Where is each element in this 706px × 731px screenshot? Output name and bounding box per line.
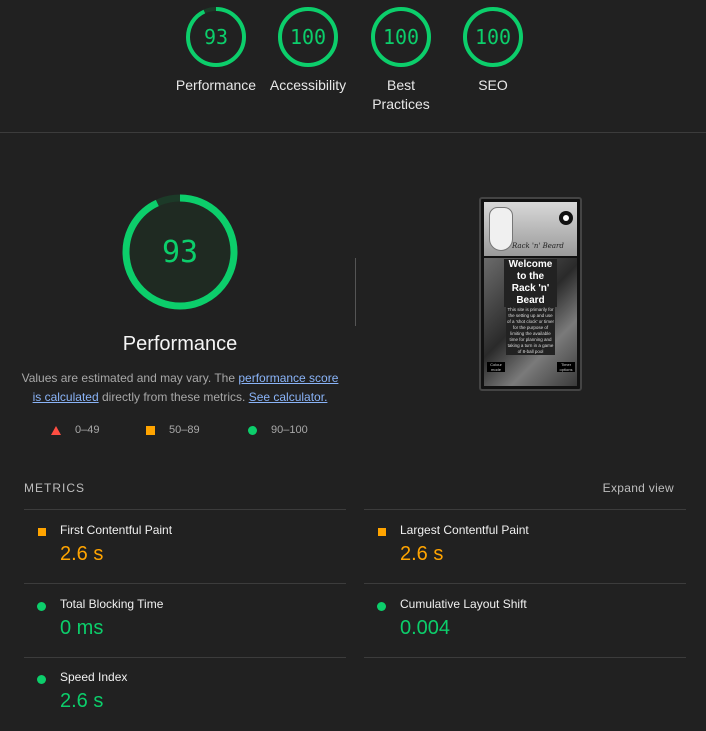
timer-options-button: Timer options — [557, 362, 575, 372]
bearded-skull-logo-icon — [489, 207, 513, 251]
gauge-ring: 100 — [371, 7, 431, 67]
description-text: directly from these metrics. — [98, 390, 249, 404]
performance-score: 93 — [162, 235, 198, 270]
divider — [355, 258, 356, 326]
legend-range: 0–49 — [75, 424, 100, 436]
gauge-score: 100 — [290, 25, 326, 49]
gauge-score: 93 — [204, 25, 228, 49]
metric-title: Largest Contentful Paint — [400, 523, 529, 537]
metrics-header: METRICS — [24, 481, 85, 495]
eight-ball-icon — [559, 211, 573, 225]
category-gauges: 93 Performance 100 Accessibility 100 Bes… — [0, 0, 706, 133]
metric-value: 0.004 — [400, 617, 451, 639]
site-header: Rack 'n' Beard — [484, 202, 577, 256]
metric-cls: Cumulative Layout Shift 0.004 — [364, 583, 686, 658]
gauge-accessibility[interactable]: 100 Accessibility — [258, 0, 358, 95]
metric-tbt: Total Blocking Time 0 ms — [24, 583, 346, 658]
gauge-label: Accessibility — [269, 77, 347, 93]
performance-title: Performance — [122, 333, 238, 355]
triangle-icon — [51, 425, 61, 435]
gauge-label: Best Practices — [372, 77, 430, 112]
gauge-score: 100 — [475, 25, 511, 49]
gauge-ring: 100 — [278, 7, 338, 67]
divider — [364, 657, 686, 658]
legend-fail: 0–49 — [51, 424, 99, 436]
pass-circle-icon — [37, 675, 46, 684]
site-welcome: Welcome to the Rack 'n' Beard — [504, 259, 557, 307]
gauge-ring: 100 — [463, 7, 523, 67]
legend-range: 90–100 — [271, 424, 308, 436]
metric-fcp: First Contentful Paint 2.6 s — [24, 509, 346, 584]
site-brand: Rack 'n' Beard — [512, 242, 564, 250]
gauge-performance[interactable]: 93 Performance — [166, 0, 266, 95]
final-screenshot[interactable]: Rack 'n' Beard Welcome to the Rack 'n' B… — [479, 197, 582, 391]
gauge-ring: 93 — [186, 7, 246, 67]
see-calculator-link[interactable]: See calculator. — [249, 390, 328, 404]
legend-range: 50–89 — [169, 424, 200, 436]
performance-gauge-large: 93 — [122, 194, 238, 310]
metric-title: First Contentful Paint — [60, 523, 173, 537]
gauge-label: SEO — [478, 77, 508, 93]
site-body-text: This site is primarily for the setting u… — [506, 307, 555, 355]
expand-view-toggle[interactable]: Expand view — [603, 481, 674, 495]
average-square-icon — [38, 528, 46, 536]
metric-value: 2.6 s — [60, 543, 104, 565]
metric-title: Total Blocking Time — [60, 597, 164, 611]
colour-mode-button: Colour mode — [487, 362, 505, 372]
pass-circle-icon — [37, 602, 46, 611]
metric-value: 2.6 s — [400, 543, 444, 565]
gauge-score: 100 — [383, 25, 419, 49]
legend-pass: 90–100 — [248, 424, 308, 436]
pass-circle-icon — [377, 602, 386, 611]
average-square-icon — [378, 528, 386, 536]
legend-average: 50–89 — [146, 424, 200, 436]
metric-lcp: Largest Contentful Paint 2.6 s — [364, 509, 686, 584]
metric-title: Cumulative Layout Shift — [400, 597, 527, 611]
square-icon — [146, 425, 155, 435]
metric-value: 0 ms — [60, 617, 104, 639]
performance-description: Values are estimated and may vary. The p… — [20, 369, 340, 407]
metric-value: 2.6 s — [60, 690, 104, 712]
gauge-best-practices[interactable]: 100 Best Practices — [351, 0, 451, 114]
metric-title: Speed Index — [60, 670, 128, 684]
description-text: Values are estimated and may vary. The — [21, 371, 239, 385]
circle-icon — [248, 425, 257, 435]
gauge-seo[interactable]: 100 SEO — [443, 0, 543, 95]
gauge-label: Performance — [175, 77, 257, 93]
